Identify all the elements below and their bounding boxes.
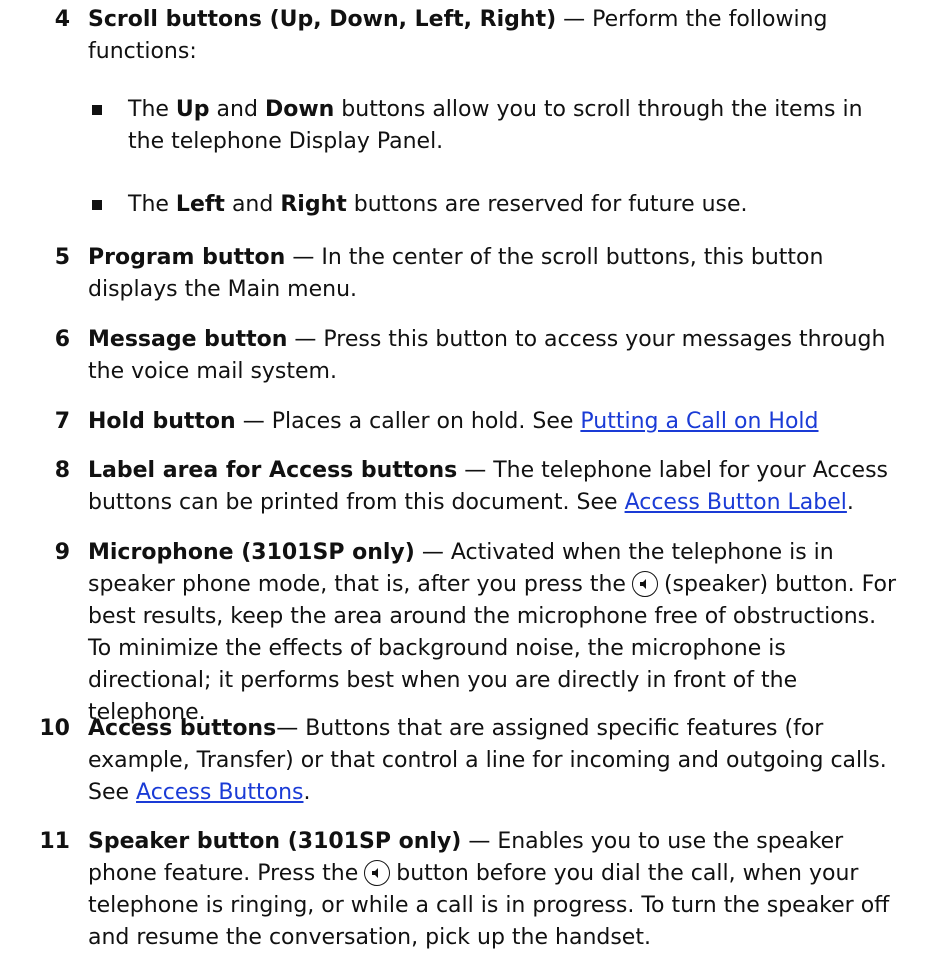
bullet-item: The Left and Right buttons are reserved … xyxy=(88,189,900,221)
item-number: 9 xyxy=(54,540,70,565)
item-number: 11 xyxy=(39,829,70,854)
item-number: 6 xyxy=(54,327,70,352)
item-term: Scroll buttons (Up, Down, Left, Right) xyxy=(88,7,557,32)
item-term: Access buttons xyxy=(88,716,277,741)
bullet-bold: Down xyxy=(264,97,335,122)
list-item-8: 8 Label area for Access buttons — The te… xyxy=(0,455,940,519)
item-term: Label area for Access buttons xyxy=(88,458,458,483)
item-term: Hold button xyxy=(88,409,236,434)
item-text: — Places a caller on hold. See xyxy=(235,409,581,434)
list-item-4: 4 Scroll buttons (Up, Down, Left, Right)… xyxy=(0,4,940,68)
bullet-text: and xyxy=(209,97,265,122)
list-item-10: 10 Access buttons— Buttons that are assi… xyxy=(0,713,940,809)
bullet-text: and xyxy=(224,192,281,217)
item-term: Message button xyxy=(88,327,288,352)
bullet-text: The xyxy=(128,192,176,217)
speaker-icon xyxy=(364,860,391,886)
list-item-11: 11 Speaker button (3101SP only) — Enable… xyxy=(0,826,940,954)
bullet-list: The Up and Down buttons allow you to scr… xyxy=(0,94,940,158)
document-page: 4 Scroll buttons (Up, Down, Left, Right)… xyxy=(0,0,940,954)
list-item-7: 7 Hold button — Places a caller on hold.… xyxy=(0,406,940,438)
bullet-square-icon xyxy=(92,105,102,115)
putting-call-on-hold-link[interactable]: Putting a Call on Hold xyxy=(580,409,818,434)
bullet-text: buttons are reserved for future use. xyxy=(346,192,748,217)
list-item-6: 6 Message button — Press this button to … xyxy=(0,324,940,388)
item-number: 10 xyxy=(39,716,70,741)
list-item-5: 5 Program button — In the center of the … xyxy=(0,242,940,306)
access-button-label-link[interactable]: Access Button Label xyxy=(625,490,847,515)
speaker-icon xyxy=(631,571,658,597)
item-term: Microphone (3101SP only) xyxy=(88,540,415,565)
item-text: . xyxy=(846,490,854,515)
item-number: 4 xyxy=(54,7,70,32)
bullet-square-icon xyxy=(92,200,102,210)
item-term: Speaker button (3101SP only) xyxy=(88,829,462,854)
bullet-bold: Left xyxy=(175,192,225,217)
bullet-item: The Up and Down buttons allow you to scr… xyxy=(88,94,900,158)
bullet-text: The xyxy=(128,97,176,122)
bullet-bold: Up xyxy=(175,97,210,122)
item-number: 7 xyxy=(54,409,70,434)
item-term: Program button xyxy=(88,245,286,270)
item-number: 5 xyxy=(54,245,70,270)
bullet-list: The Left and Right buttons are reserved … xyxy=(0,189,940,221)
item-text: . xyxy=(303,780,311,805)
bullet-bold: Right xyxy=(280,192,347,217)
list-item-9: 9 Microphone (3101SP only) — Activated w… xyxy=(0,537,940,729)
item-number: 8 xyxy=(54,458,70,483)
access-buttons-link[interactable]: Access Buttons xyxy=(136,780,303,805)
